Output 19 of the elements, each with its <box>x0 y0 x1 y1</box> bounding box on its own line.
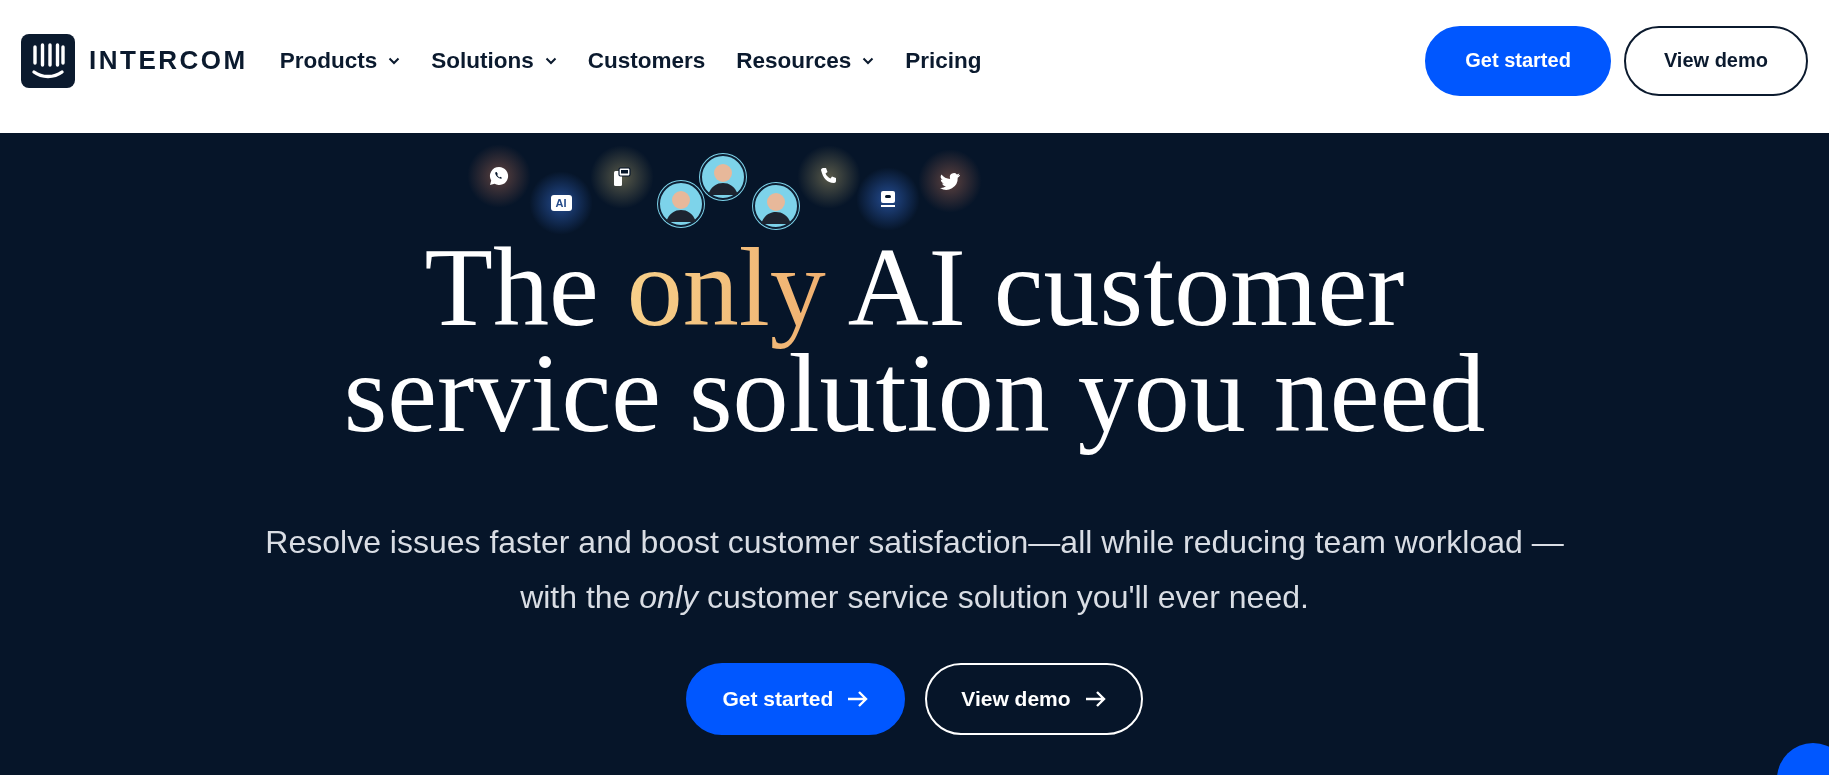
logo-wordmark[interactable]: INTERCOM <box>89 45 248 76</box>
get-started-button[interactable]: Get started <box>1425 25 1611 96</box>
nav-link[interactable]: Pricing <box>905 47 982 74</box>
view-demo-button[interactable]: View demo <box>925 663 1143 735</box>
hero-subtitle: Resolve issues faster and boost customer satisfaction—all while reducing team workload —with the only customer service solution you'll ever need. <box>264 523 1565 617</box>
ai-badge: AI <box>550 195 572 211</box>
arrow-right-icon <box>847 690 870 708</box>
view-demo-button[interactable]: View demo <box>1623 25 1808 96</box>
nav-link[interactable]: Products <box>279 47 401 74</box>
nav-link[interactable]: Resources <box>736 47 875 74</box>
get-started-button[interactable]: Get started <box>686 663 906 735</box>
avatar-icon <box>657 180 705 228</box>
avatar-icon <box>699 153 747 201</box>
logo-icon <box>21 33 75 88</box>
whatsapp-icon <box>487 164 511 188</box>
nav-link[interactable]: Solutions <box>431 47 557 74</box>
nav-link[interactable]: Customers <box>587 47 706 74</box>
arrow-right-icon <box>1084 690 1107 708</box>
avatar-icon <box>752 182 800 230</box>
